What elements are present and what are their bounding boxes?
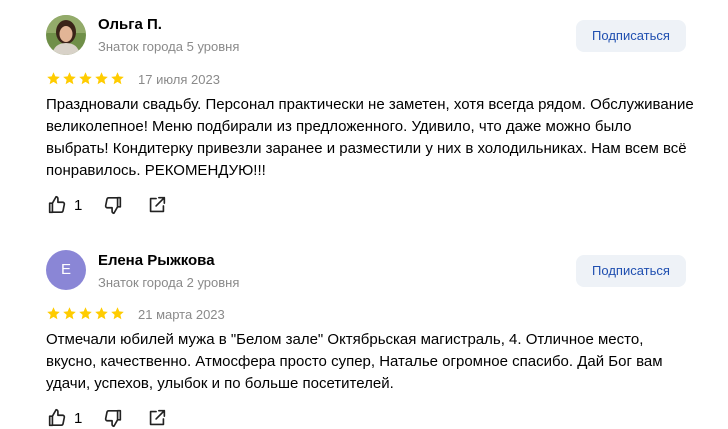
star-icon (79, 72, 92, 85)
review-date: 17 июля 2023 (138, 72, 220, 87)
thumbs-up-icon (48, 195, 66, 214)
reviewer-name[interactable]: Елена Рыжкова (98, 252, 215, 269)
like-button[interactable]: 1 (46, 194, 82, 216)
review-date: 21 марта 2023 (138, 307, 225, 322)
reviewer-level: Знаток города 5 уровня (98, 39, 240, 54)
star-icon (95, 307, 108, 320)
star-icon (63, 307, 76, 320)
like-count: 1 (74, 409, 83, 427)
avatar[interactable]: Е (46, 250, 86, 290)
share-icon (150, 196, 166, 213)
thumbs-down-icon (105, 196, 122, 215)
star-icon (111, 72, 124, 85)
star-icon (63, 72, 76, 85)
reviewer-level: Знаток города 2 уровня (98, 275, 240, 290)
dislike-button[interactable] (102, 194, 124, 216)
avatar[interactable] (46, 15, 86, 55)
avatar-photo (46, 15, 86, 55)
review-text: Праздновали свадьбу. Персонал практическ… (46, 96, 694, 179)
rating-stars (46, 306, 125, 321)
star-icon (79, 307, 92, 320)
reviewer-name[interactable]: Ольга П. (98, 16, 162, 33)
share-button[interactable] (146, 194, 168, 216)
subscribe-button[interactable]: Подписаться (576, 255, 686, 287)
star-icon (47, 72, 60, 85)
star-icon (47, 307, 60, 320)
review-actions: 1 (46, 194, 168, 216)
star-icon (95, 72, 108, 85)
review-text: Отмечали юбилей мужа в "Белом зале" Октя… (46, 331, 663, 392)
subscribe-button[interactable]: Подписаться (576, 20, 686, 52)
like-count: 1 (74, 196, 83, 214)
rating-stars (46, 71, 125, 86)
star-icon (111, 307, 124, 320)
